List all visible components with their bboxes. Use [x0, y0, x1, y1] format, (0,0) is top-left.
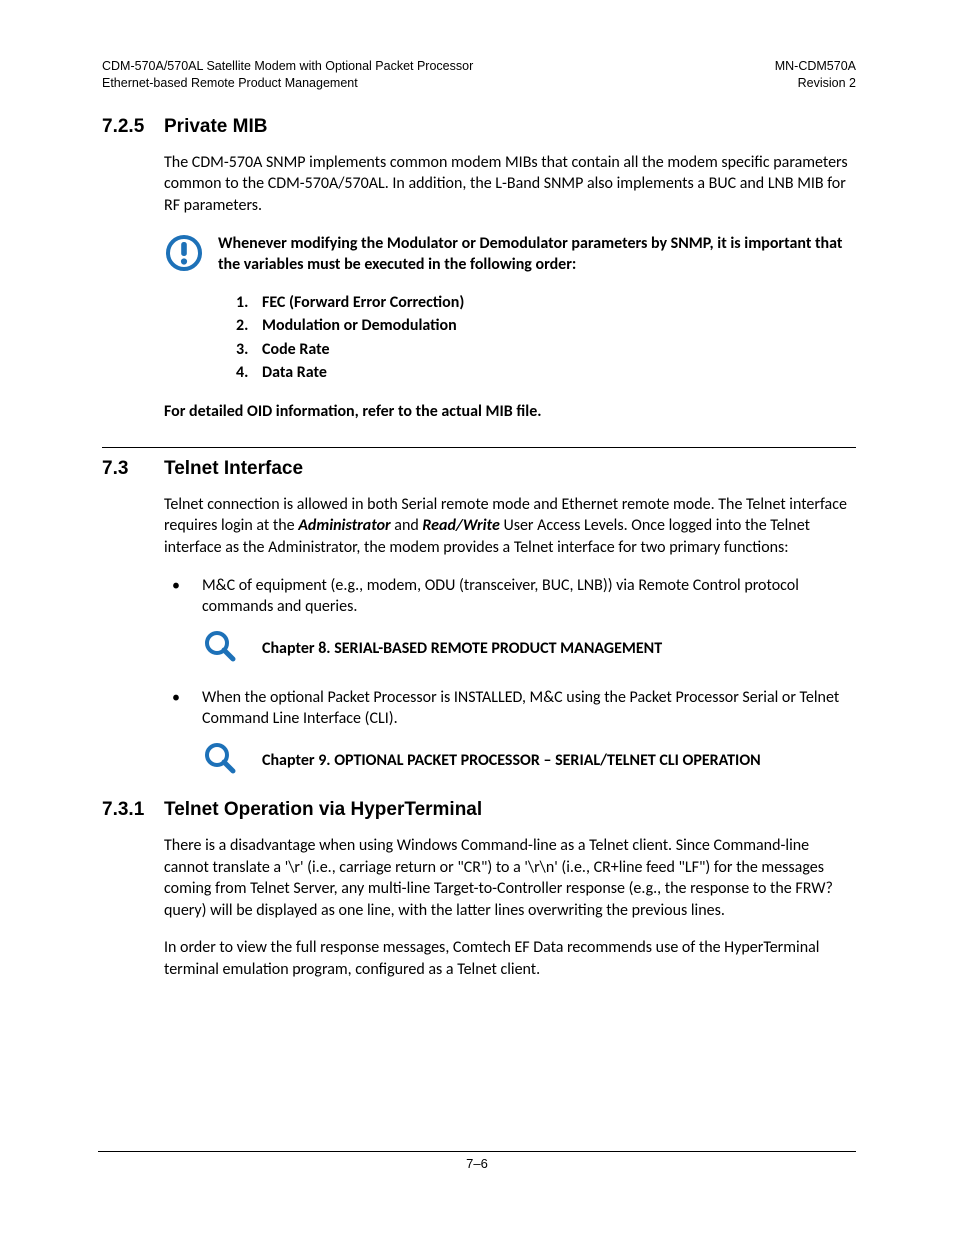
heading-731: 7.3.1 Telnet Operation via HyperTerminal: [102, 799, 856, 821]
magnifier-icon: [202, 740, 262, 781]
magnifier-icon: [202, 628, 262, 669]
bullet-icon: •: [164, 687, 202, 730]
bullet-text: M&C of equipment (e.g., modem, ODU (tran…: [202, 575, 856, 618]
bullet-list: • M&C of equipment (e.g., modem, ODU (tr…: [164, 575, 856, 618]
heading-73-number: 7.3: [102, 458, 164, 480]
crossref-chapter-8: Chapter 8. SERIAL-BASED REMOTE PRODUCT M…: [202, 628, 856, 669]
section-731-body: There is a disadvantage when using Windo…: [164, 835, 856, 981]
section-73-paragraph: Telnet connection is allowed in both Ser…: [164, 494, 856, 559]
heading-725-number: 7.2.5: [102, 116, 164, 138]
list-item-text: Code Rate: [262, 338, 330, 361]
header-left: CDM-570A/570AL Satellite Modem with Opti…: [102, 58, 473, 92]
bullet-item: • When the optional Packet Processor is …: [164, 687, 856, 730]
header-section-name: Ethernet-based Remote Product Management: [102, 75, 473, 92]
emphasis-readwrite: Read/Write: [422, 516, 499, 535]
section-731-paragraph-1: There is a disadvantage when using Windo…: [164, 835, 856, 921]
ordered-list: 1.FEC (Forward Error Correction) 2.Modul…: [236, 291, 856, 384]
bullet-item: • M&C of equipment (e.g., modem, ODU (tr…: [164, 575, 856, 618]
crossref-chapter-9: Chapter 9. OPTIONAL PACKET PROCESSOR – S…: [202, 740, 856, 781]
header-doc-id: MN-CDM570A: [775, 58, 856, 75]
list-item: 2.Modulation or Demodulation: [236, 314, 856, 337]
list-item: 1.FEC (Forward Error Correction): [236, 291, 856, 314]
section-731-paragraph-2: In order to view the full response messa…: [164, 937, 856, 980]
crossref-label: Chapter 9. OPTIONAL PACKET PROCESSOR – S…: [262, 751, 761, 770]
heading-731-title: Telnet Operation via HyperTerminal: [164, 799, 856, 821]
heading-725-title: Private MIB: [164, 116, 856, 138]
emphasis-administrator: Administrator: [298, 516, 390, 535]
page-footer: 7–6: [98, 1151, 856, 1171]
warning-text: Whenever modifying the Modulator or Demo…: [218, 233, 856, 276]
page-header: CDM-570A/570AL Satellite Modem with Opti…: [102, 58, 856, 92]
bullet-list: • When the optional Packet Processor is …: [164, 687, 856, 730]
list-item-text: Data Rate: [262, 361, 327, 384]
section-73-body: Telnet connection is allowed in both Ser…: [164, 494, 856, 559]
header-revision: Revision 2: [775, 75, 856, 92]
warning-icon: [164, 233, 218, 280]
crossref-label: Chapter 8. SERIAL-BASED REMOTE PRODUCT M…: [262, 639, 662, 658]
section-725-paragraph: The CDM-570A SNMP implements common mode…: [164, 152, 856, 217]
list-item: 4.Data Rate: [236, 361, 856, 384]
oid-note: For detailed OID information, refer to t…: [164, 402, 856, 421]
bullet-icon: •: [164, 575, 202, 618]
heading-73: 7.3 Telnet Interface: [102, 447, 856, 480]
heading-731-number: 7.3.1: [102, 799, 164, 821]
bullet-text: When the optional Packet Processor is IN…: [202, 687, 856, 730]
header-right: MN-CDM570A Revision 2: [775, 58, 856, 92]
list-item-text: Modulation or Demodulation: [262, 314, 457, 337]
warning-note: Whenever modifying the Modulator or Demo…: [164, 233, 856, 280]
list-item: 3.Code Rate: [236, 338, 856, 361]
header-doc-title: CDM-570A/570AL Satellite Modem with Opti…: [102, 58, 473, 75]
heading-73-title: Telnet Interface: [164, 458, 856, 480]
heading-725: 7.2.5 Private MIB: [102, 116, 856, 138]
page-number: 7–6: [466, 1156, 488, 1171]
section-725-body: The CDM-570A SNMP implements common mode…: [164, 152, 856, 279]
list-item-text: FEC (Forward Error Correction): [262, 291, 464, 314]
